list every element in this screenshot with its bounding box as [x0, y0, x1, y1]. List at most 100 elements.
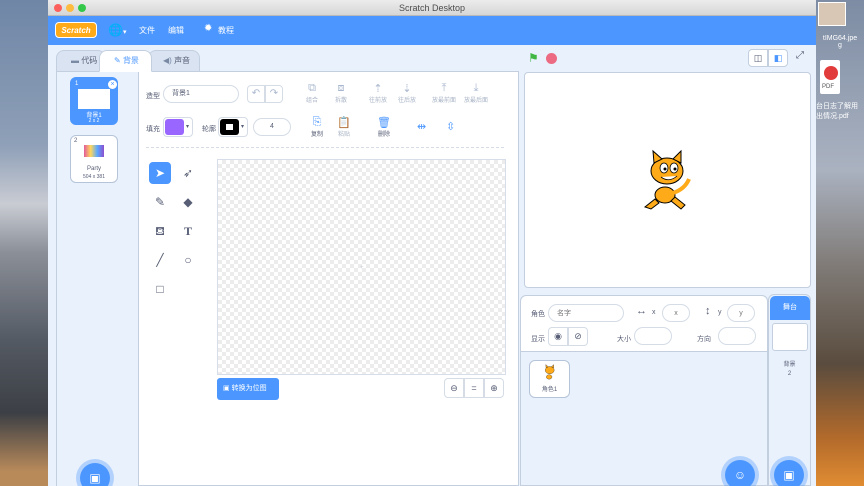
outline-swatch-inner [226, 124, 233, 130]
outline-width-input[interactable]: 4 [253, 118, 291, 136]
normal-stage-button[interactable]: ◧ [768, 49, 788, 67]
backdrop-item-1[interactable]: 1 × 背景1 2 x 2 [70, 77, 118, 125]
convert-to-bitmap-button[interactable]: ▣ 转换为位图 [217, 378, 279, 400]
image-add-icon: ▣ [89, 471, 101, 485]
line-tool[interactable]: ╱ [149, 249, 171, 271]
group-button[interactable]: ⧉ 组合 [301, 82, 323, 104]
flip-horizontal-icon[interactable]: ⇹ [417, 120, 426, 133]
window-title: Scratch Desktop [398, 3, 466, 13]
brush-icon: ✎ [114, 56, 121, 65]
front-button[interactable]: ⤒ 放最前面 [430, 82, 458, 104]
ungroup-button[interactable]: ⧈ 拆散 [330, 82, 352, 104]
menu-tutorials[interactable]: 教程 [218, 25, 234, 36]
delete-backdrop-icon[interactable]: × [108, 80, 117, 89]
paste-button[interactable]: 📋 粘贴 [333, 116, 355, 138]
small-stage-button[interactable]: ◫ [748, 49, 768, 67]
y-arrows-icon: ↕ [705, 305, 711, 317]
rectangle-tool[interactable]: □ [149, 278, 171, 300]
fill-label: 填充 [146, 126, 160, 133]
paint-canvas[interactable]: + [217, 159, 506, 375]
rectangle-icon: □ [156, 282, 164, 296]
image-add-icon: ▣ [783, 468, 795, 482]
language-globe-icon[interactable]: 🌐▾ [108, 23, 126, 37]
pdf-file-icon[interactable]: PDF [820, 60, 840, 94]
back-button[interactable]: ⤓ 放最后面 [462, 82, 490, 104]
backdrop-name: Party [86, 166, 101, 172]
paste-icon: 📋 [337, 117, 351, 129]
text-tool[interactable]: T [177, 220, 199, 242]
select-tool[interactable]: ➤ [149, 162, 171, 184]
eye-icon: ◉ [554, 331, 562, 341]
direction-input[interactable] [718, 327, 756, 345]
sprite-name-input[interactable] [548, 304, 624, 322]
undo-button[interactable]: ↶ [247, 85, 265, 103]
delete-button[interactable]: 🗑 删除 [373, 116, 395, 138]
stage-selector-header[interactable]: 舞台 [770, 296, 810, 320]
costume-name-input[interactable]: 背景1 [163, 85, 239, 103]
x-arrows-icon: ↔ [636, 305, 647, 317]
circle-tool[interactable]: ○ [177, 249, 199, 271]
fill-color-picker[interactable]: ▾ [163, 117, 193, 137]
tab-backdrops[interactable]: ✎ 背景 [99, 50, 152, 72]
scratch-logo[interactable]: Scratch [55, 22, 97, 38]
choose-sprite-button-visible[interactable]: ☺ [725, 460, 755, 486]
normal-stage-icon: ◧ [773, 53, 783, 63]
stop-button[interactable] [546, 53, 557, 64]
redo-button[interactable]: ↷ [265, 85, 283, 103]
reshape-tool[interactable]: ➶ [177, 162, 199, 184]
chevron-down-icon: ▾ [241, 124, 245, 130]
y-input[interactable] [727, 304, 755, 322]
costume-label: 造型 [146, 93, 160, 100]
chevron-down-icon: ▾ [186, 124, 190, 130]
ungroup-icon: ⧈ [337, 82, 345, 94]
backdrop-item-2[interactable]: 2 Party 504 x 381 [70, 135, 118, 183]
paint-bucket-icon: ⛾ [155, 224, 165, 238]
arrow-cursor-icon: ➤ [154, 166, 166, 180]
green-flag-icon[interactable]: ⚑ [528, 51, 539, 65]
menu-file[interactable]: 文件 [139, 25, 155, 36]
stage[interactable] [524, 72, 811, 288]
brush-icon: ✎ [154, 195, 166, 209]
delete-label: 删除 [377, 132, 390, 138]
desktop-background-left [0, 0, 48, 486]
choose-backdrop-button[interactable]: ▣ [80, 463, 110, 486]
backdrop-size: 504 x 381 [83, 174, 105, 180]
arrow-down-icon: ⇣ [402, 83, 412, 95]
desktop-file2-name-a: 台日志了解用 [816, 103, 858, 110]
fill-tool[interactable]: ⛾ [149, 220, 171, 242]
show-sprite-button[interactable]: ◉ [548, 327, 568, 346]
size-label: 大小 [617, 336, 631, 343]
menu-edit[interactable]: 编辑 [168, 25, 184, 36]
stage-selector-pane: 舞台 背景 2 [768, 294, 811, 486]
copy-label: 复制 [310, 132, 323, 138]
stage-selector-title: 舞台 [783, 304, 797, 311]
zoom-out-button[interactable]: ⊖ [444, 378, 464, 398]
hide-sprite-button[interactable]: ⊘ [568, 327, 588, 346]
show-label: 显示 [531, 336, 545, 343]
direction-label: 方向 [697, 336, 711, 343]
flip-vertical-icon[interactable]: ⇳ [446, 120, 455, 133]
desktop-background-right: tIMG64.jpe g PDF 台日志了解用 出情况.pdf [816, 0, 864, 486]
sprite-item[interactable]: 角色1 [529, 360, 570, 398]
x-input[interactable] [662, 304, 690, 322]
fullscreen-button[interactable]: ⤢ [792, 50, 808, 66]
desktop-file-thumbnail[interactable] [818, 2, 846, 26]
eraser-tool[interactable]: ◆ [177, 191, 199, 213]
zoom-in-button[interactable]: ⊕ [484, 378, 504, 398]
window-titlebar[interactable]: Scratch Desktop [48, 0, 816, 16]
forward-button[interactable]: ⇡ 往前放 [366, 82, 390, 104]
choose-backdrop-stage-button[interactable]: ▣ [774, 460, 804, 486]
stage-thumbnail[interactable] [772, 323, 808, 351]
outline-color-picker[interactable]: ▾ [218, 117, 248, 137]
desktop-file-name-2: g [838, 42, 842, 49]
convert-bitmap-label: 转换为位图 [231, 385, 267, 392]
cat-sprite-on-stage[interactable] [637, 149, 699, 213]
zoom-reset-button[interactable]: = [464, 378, 484, 398]
size-input[interactable] [634, 327, 672, 345]
tab-code-label: 代码 [81, 56, 98, 65]
backward-button[interactable]: ⇣ 往后放 [395, 82, 419, 104]
tab-sounds[interactable]: ◀) 声音 [148, 50, 200, 72]
copy-button[interactable]: ⎘ 复制 [306, 116, 328, 138]
brush-tool[interactable]: ✎ [149, 191, 171, 213]
backdrop-editor-pane: 1 × 背景1 2 x 2 2 Party 504 x 381 ▣ 造型 背景1… [56, 71, 519, 486]
